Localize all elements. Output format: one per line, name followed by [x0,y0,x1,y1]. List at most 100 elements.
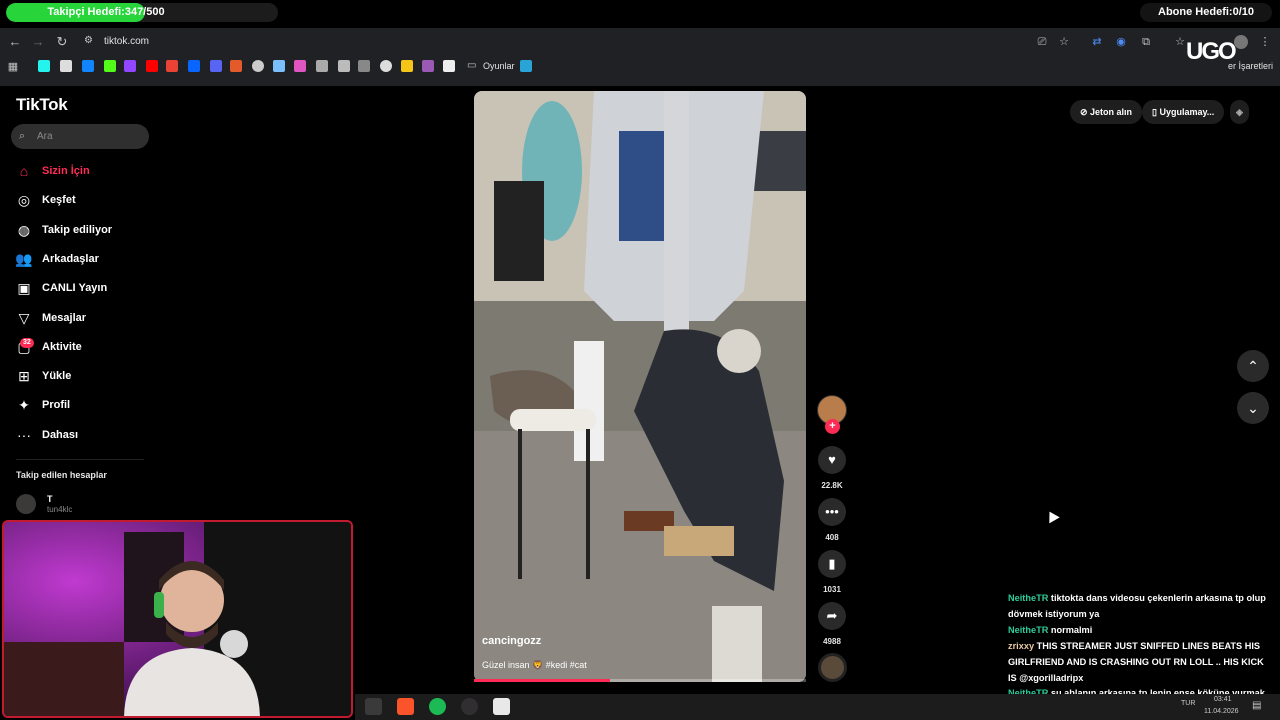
sidebar-item-more[interactable]: ··· Dahası [14,422,164,448]
file-taskbar-icon[interactable] [493,698,510,715]
save-button[interactable]: ▮ [818,550,846,578]
spotify-taskbar-icon[interactable] [429,698,446,715]
x-bookmark-icon[interactable] [60,60,72,72]
sidebar-item-label: Mesajlar [42,311,87,324]
get-app-label: Uygulamay... [1159,107,1215,117]
video-player[interactable] [474,91,806,682]
profile-avatar-icon[interactable] [1234,35,1248,49]
kick-bookmark-icon[interactable] [104,60,116,72]
sidebar-item-messages[interactable]: ▽ Mesajlar [14,305,164,331]
bookmark-star-icon[interactable]: ☆ [1057,35,1071,49]
compass-icon: ◎ [17,192,31,209]
sidebar-item-friends[interactable]: 👥 Arkadaşlar [14,246,164,272]
bookmark-icon[interactable] [443,60,455,72]
chat-username: NeitheTR [1008,625,1049,635]
gear-icon: ◈ [1236,107,1243,117]
like-button[interactable]: ♥ [818,446,846,474]
share-button[interactable]: ➦ [818,602,846,630]
coin-icon: ⊘ [1080,107,1091,117]
bookmark-icon[interactable] [294,60,306,72]
chat-username: zrixxy [1008,641,1035,651]
reload-icon[interactable]: ↻ [54,34,70,50]
bookmark-icon[interactable] [380,60,392,72]
bookmark-icon[interactable] [358,60,370,72]
bookmark-icon[interactable] [401,60,413,72]
forward-icon[interactable]: → [30,34,46,50]
chrome-taskbar-icon[interactable] [365,698,382,715]
favorites-icon[interactable]: ☆ [1173,35,1187,49]
video-progress-bar[interactable] [474,679,806,682]
bookmark-icon[interactable] [230,60,242,72]
install-app-icon[interactable]: ⎚ [1035,35,1049,49]
brave-taskbar-icon[interactable] [397,698,414,715]
sidebar-item-activity[interactable]: ▢Aktivite [14,334,164,360]
extensions-icon[interactable]: ⧉ [1139,35,1153,49]
bluesky-bookmark-icon[interactable] [82,60,94,72]
twitch-bookmark-icon[interactable] [124,60,136,72]
clock-time[interactable]: 03:41 [1214,696,1232,703]
youtube-bookmark-icon[interactable] [146,60,158,72]
sidebar-item-live[interactable]: ▣ CANLI Yayın [14,275,164,301]
messages-icon: ▽ [18,309,30,326]
chat-text: THIS STREAMER JUST SNIFFED LINES BEATS H… [1008,641,1264,683]
search-icon: ⌕ [19,130,26,142]
language-indicator[interactable]: TUR [1181,700,1195,707]
bookmark-icon[interactable] [422,60,434,72]
video-username[interactable]: cancingozz [482,635,541,647]
settings-button[interactable]: ◈ [1230,100,1249,124]
bookmark-icon[interactable] [316,60,328,72]
menu-icon[interactable]: ⋮ [1258,35,1272,49]
avatar[interactable] [16,494,36,514]
comment-button[interactable]: ••• [818,498,846,526]
bookmark-icon[interactable] [273,60,285,72]
tiktok-logo[interactable]: TikTok [16,95,68,115]
discord-bookmark-icon[interactable] [210,60,222,72]
bookmark-icon[interactable] [520,60,532,72]
notification-icon[interactable]: ▤ [1252,700,1266,712]
followed-account-handle[interactable]: tun4klc [47,505,72,514]
sidebar-item-label: Arkadaşlar [42,252,99,265]
bookmark-icon[interactable] [338,60,350,72]
bookmark-folder-games[interactable]: Oyunlar [483,60,515,72]
music-disc-icon[interactable] [818,653,847,682]
friends-icon: 👥 [15,250,33,267]
translate-icon[interactable]: ⇄ [1090,35,1104,49]
activity-badge: 32 [20,338,34,348]
sidebar-item-upload[interactable]: ⊞ Yükle [14,363,164,389]
profile-icon: ✦ [18,397,30,414]
address-bar[interactable]: tiktok.com [80,32,1080,52]
chevron-up-icon: ⌃ [1247,358,1259,374]
share-count: 4988 [823,637,841,646]
extension-icon[interactable]: ◉ [1114,35,1128,49]
sidebar-item-following-avatar[interactable]: ◍ Takip ediliyor [14,217,164,243]
save-count: 1031 [823,585,841,594]
gmail-bookmark-icon[interactable] [166,60,178,72]
get-app-button[interactable]: ▯ Uygulamay... [1142,100,1225,124]
chevron-down-icon: ⌄ [1247,400,1259,416]
followed-account-name[interactable]: T [47,494,53,504]
clock-date[interactable]: 11.04.2026 [1204,708,1239,715]
sidebar-item-label: Aktivite [42,340,82,353]
previous-video-button[interactable]: ⌃ [1237,350,1269,382]
back-icon[interactable]: ← [7,34,23,50]
home-icon: ⌂ [19,163,29,179]
sidebar-item-home[interactable]: ⌂ Sizin İçin [14,158,164,184]
apps-grid-icon[interactable]: ▦ [6,60,20,74]
get-coins-label: Jeton alın [1090,107,1133,117]
sidebar-item-label: Takip ediliyor [42,223,113,236]
tiktok-bookmark-icon[interactable] [38,60,50,72]
comment-count: 408 [825,533,839,542]
all-bookmarks-label[interactable]: er İşaretleri [1228,60,1273,72]
sidebar-item-label: Sizin İçin [42,165,90,177]
next-video-button[interactable]: ⌄ [1237,392,1269,424]
webcam-feed [4,522,351,716]
sidebar-item-profile[interactable]: ✦ Profil [14,392,164,418]
follow-plus-icon[interactable]: + [825,419,840,434]
get-coins-button[interactable]: ⊘ Jeton alın [1070,100,1143,124]
meta-bookmark-icon[interactable] [188,60,200,72]
sidebar-item-label: Yükle [42,370,72,383]
sidebar-item-compass[interactable]: ◎ Keşfet [14,187,164,213]
bookmark-icon[interactable] [252,60,264,72]
obs-taskbar-icon[interactable] [461,698,478,715]
live-icon: ▣ [17,280,31,297]
